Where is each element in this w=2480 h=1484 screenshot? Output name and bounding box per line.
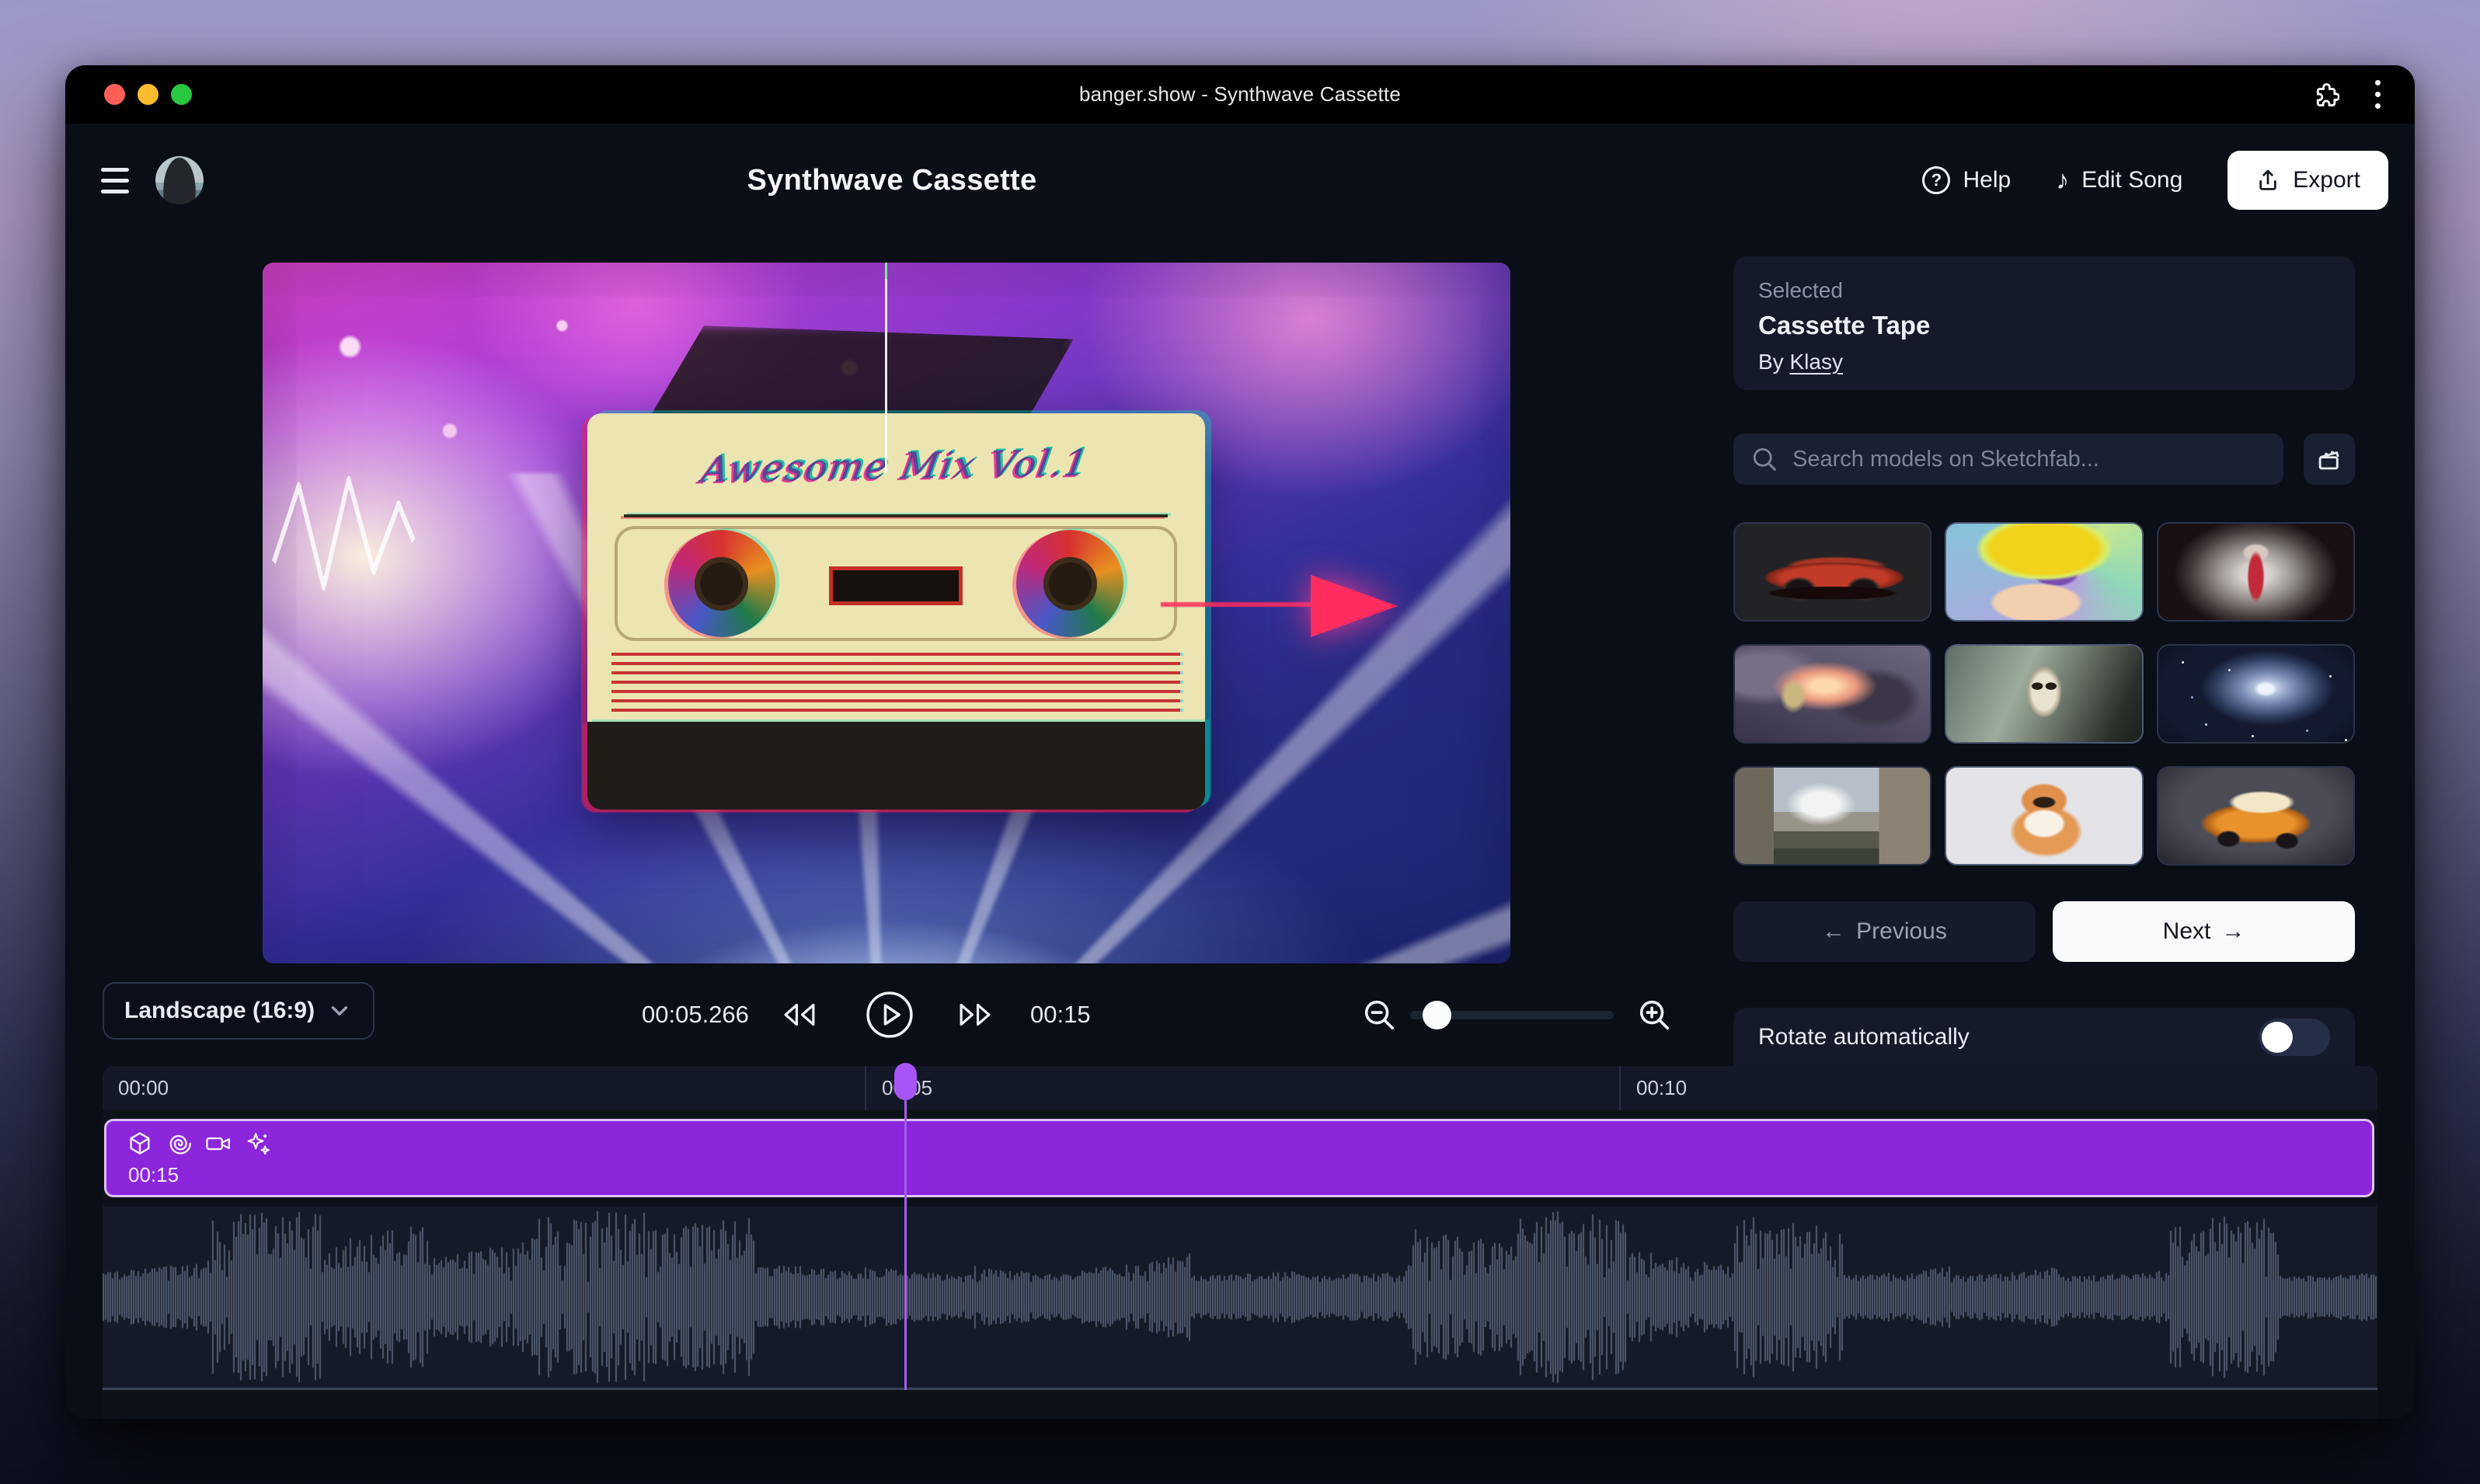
total-duration: 00:15 bbox=[1030, 963, 1091, 1066]
swirl-icon bbox=[165, 1130, 192, 1157]
lightning-zigzag bbox=[269, 452, 419, 620]
toggle-knob bbox=[2262, 1022, 2293, 1053]
playhead-line bbox=[904, 1100, 907, 1390]
play-icon bbox=[866, 991, 914, 1039]
browser-menu-icon[interactable] bbox=[2375, 80, 2381, 109]
next-page-button[interactable]: Next → bbox=[2053, 901, 2355, 962]
cassette-window bbox=[615, 526, 1176, 641]
window-controls bbox=[104, 65, 192, 124]
playhead-handle[interactable] bbox=[894, 1063, 917, 1100]
hamburger-menu-icon[interactable] bbox=[101, 168, 129, 193]
ruler-marker: 00:10 bbox=[1621, 1076, 1687, 1100]
tape-window bbox=[829, 566, 963, 605]
extensions-icon[interactable] bbox=[2311, 81, 2339, 109]
model-thumbnail-toy-car[interactable] bbox=[2157, 766, 2355, 866]
model-grid bbox=[1733, 522, 2355, 866]
zoom-in-icon bbox=[1636, 997, 1672, 1033]
app-window: banger.show - Synthwave Cassette Synthwa… bbox=[65, 65, 2415, 1419]
render-viewport[interactable]: Awesome Mix Vol.1 Awesome Mix Vol.1 Awes… bbox=[263, 263, 1510, 963]
arrow-right-icon: → bbox=[2221, 918, 2245, 945]
scan-hairline bbox=[885, 263, 887, 473]
arrow-line bbox=[1161, 602, 1323, 607]
sparkles-icon bbox=[245, 1130, 271, 1157]
rotate-label: Rotate automatically bbox=[1758, 1024, 1970, 1050]
cube-icon bbox=[127, 1130, 153, 1157]
cassette-label-text: Awesome Mix Vol.1 Awesome Mix Vol.1 Awes… bbox=[587, 427, 1205, 507]
share-upload-icon bbox=[2255, 168, 2280, 193]
model-thumbnail-shiba-dog[interactable] bbox=[1945, 766, 2143, 866]
clapperboard-icon bbox=[2315, 444, 2344, 474]
cassette-stripes bbox=[611, 653, 1179, 714]
close-window-button[interactable] bbox=[104, 84, 125, 105]
help-button[interactable]: ? Help bbox=[1922, 166, 2011, 194]
audio-waveform[interactable] bbox=[103, 1207, 2377, 1390]
scene-clip[interactable]: 00:15 bbox=[104, 1119, 2374, 1197]
window-title: banger.show - Synthwave Cassette bbox=[65, 82, 2415, 106]
current-time: 00:05.266 bbox=[642, 963, 749, 1066]
model-thumbnail-red-sports-car[interactable] bbox=[1733, 522, 1931, 622]
clip-duration-label: 00:15 bbox=[128, 1163, 179, 1187]
app-header: Synthwave Cassette ? Help ♪ Edit Song Ex… bbox=[65, 124, 2415, 237]
model-thumbnail-galaxy[interactable] bbox=[2157, 644, 2355, 744]
zoom-window-button[interactable] bbox=[171, 84, 192, 105]
model-thumbnail-anime-girl[interactable] bbox=[1945, 522, 2143, 622]
video-camera-icon bbox=[204, 1130, 232, 1157]
left-reel bbox=[668, 530, 775, 637]
previous-page-button[interactable]: ← Previous bbox=[1733, 901, 2036, 962]
playback-controls: Landscape (16:9) 00:05.266 00:15 bbox=[65, 963, 1697, 1066]
cassette-base bbox=[587, 722, 1205, 809]
selected-model-author: By Klasy bbox=[1758, 350, 2330, 374]
red-arrow bbox=[1311, 575, 1398, 637]
chevron-down-icon bbox=[326, 998, 353, 1024]
help-icon: ? bbox=[1922, 166, 1950, 194]
model-thumbnail-skull[interactable] bbox=[1945, 644, 2143, 744]
timeline-ruler[interactable]: 00:00 00:05 00:10 bbox=[103, 1066, 2377, 1110]
cassette-model[interactable]: Awesome Mix Vol.1 Awesome Mix Vol.1 Awes… bbox=[587, 413, 1205, 810]
zoom-in-button[interactable] bbox=[1636, 963, 1672, 1066]
play-button[interactable] bbox=[866, 963, 914, 1066]
random-model-button[interactable] bbox=[2304, 434, 2355, 485]
minimize-window-button[interactable] bbox=[138, 84, 158, 105]
timeline-zoom-slider[interactable] bbox=[1410, 1011, 1614, 1019]
model-thumbnail-city-street[interactable] bbox=[1733, 766, 1931, 866]
page-title: Synthwave Cassette bbox=[747, 124, 1037, 237]
edit-song-button[interactable]: ♪ Edit Song bbox=[2056, 165, 2182, 196]
selected-heading: Selected bbox=[1758, 278, 2330, 303]
arrow-left-icon: ← bbox=[1822, 918, 1845, 945]
zoom-out-button[interactable] bbox=[1361, 963, 1397, 1066]
avatar[interactable] bbox=[155, 156, 204, 204]
selected-model-name: Cassette Tape bbox=[1758, 311, 2330, 340]
aspect-ratio-select[interactable]: Landscape (16:9) bbox=[103, 982, 374, 1040]
author-link[interactable]: Klasy bbox=[1789, 350, 1842, 374]
label-underline bbox=[624, 514, 1168, 517]
timeline: 00:00 00:05 00:10 0 bbox=[103, 1066, 2377, 1419]
rewind-icon bbox=[780, 998, 819, 1032]
music-note-icon: ♪ bbox=[2056, 165, 2069, 196]
zoom-out-icon bbox=[1361, 997, 1397, 1033]
search-input[interactable] bbox=[1792, 447, 2266, 472]
rotate-toggle[interactable] bbox=[2259, 1019, 2330, 1056]
fast-forward-icon bbox=[956, 998, 994, 1032]
fast-forward-button[interactable] bbox=[956, 963, 994, 1066]
model-thumbnail-fantasy-warrior[interactable] bbox=[2157, 522, 2355, 622]
ruler-marker: 00:00 bbox=[103, 1076, 169, 1100]
rewind-button[interactable] bbox=[780, 963, 819, 1066]
zoom-slider-knob[interactable] bbox=[1423, 1001, 1451, 1029]
right-reel bbox=[1016, 530, 1123, 637]
rotate-setting-panel: Rotate automatically bbox=[1733, 1008, 2355, 1067]
browser-titlebar: banger.show - Synthwave Cassette bbox=[65, 65, 2415, 124]
model-thumbnail-storm-angel[interactable] bbox=[1733, 644, 1931, 744]
selected-model-panel: Selected Cassette Tape By Klasy bbox=[1733, 256, 2355, 390]
search-icon bbox=[1750, 445, 1778, 473]
model-search-field[interactable] bbox=[1733, 434, 2283, 485]
model-sidebar: Selected Cassette Tape By Klasy bbox=[1733, 256, 2355, 390]
export-button[interactable]: Export bbox=[2227, 151, 2388, 210]
